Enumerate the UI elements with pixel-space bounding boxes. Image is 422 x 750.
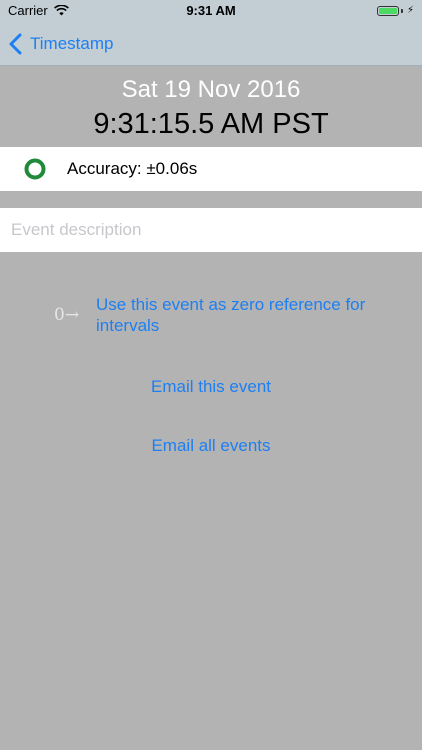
zero-reference-action[interactable]: 0→ Use this event as zero reference for …: [0, 294, 422, 338]
charging-bolt-icon: ⚡: [406, 5, 414, 16]
email-all-events-button[interactable]: Email all events: [0, 435, 422, 457]
battery-indicator: ⚡: [376, 5, 414, 16]
status-bar: Carrier 9:31 AM ⚡: [0, 0, 422, 22]
email-event-button[interactable]: Email this event: [0, 376, 422, 398]
event-date: Sat 19 Nov 2016: [121, 76, 301, 103]
battery-cap: [400, 8, 403, 13]
back-button[interactable]: Timestamp: [8, 22, 113, 66]
chevron-left-icon: [9, 33, 22, 55]
battery-icon: [376, 5, 399, 16]
timestamp-header: Sat 19 Nov 2016 9:31:15.5 AM PST: [0, 66, 422, 146]
zero-reference-icon: 0→: [54, 305, 80, 325]
status-time: 9:31 AM: [186, 3, 236, 18]
event-time: 9:31:15.5 AM PST: [93, 108, 329, 140]
accuracy-label: Accuracy: ±0.06s: [67, 159, 198, 178]
battery-fill: [378, 7, 397, 14]
back-button-label: Timestamp: [30, 34, 114, 53]
zero-reference-link[interactable]: Use this event as zero reference for int…: [96, 294, 396, 336]
navigation-bar: Timestamp: [0, 22, 422, 66]
ring-icon: [24, 158, 46, 180]
event-description-input[interactable]: [0, 208, 422, 252]
accuracy-row: Accuracy: ±0.06s: [0, 147, 422, 191]
